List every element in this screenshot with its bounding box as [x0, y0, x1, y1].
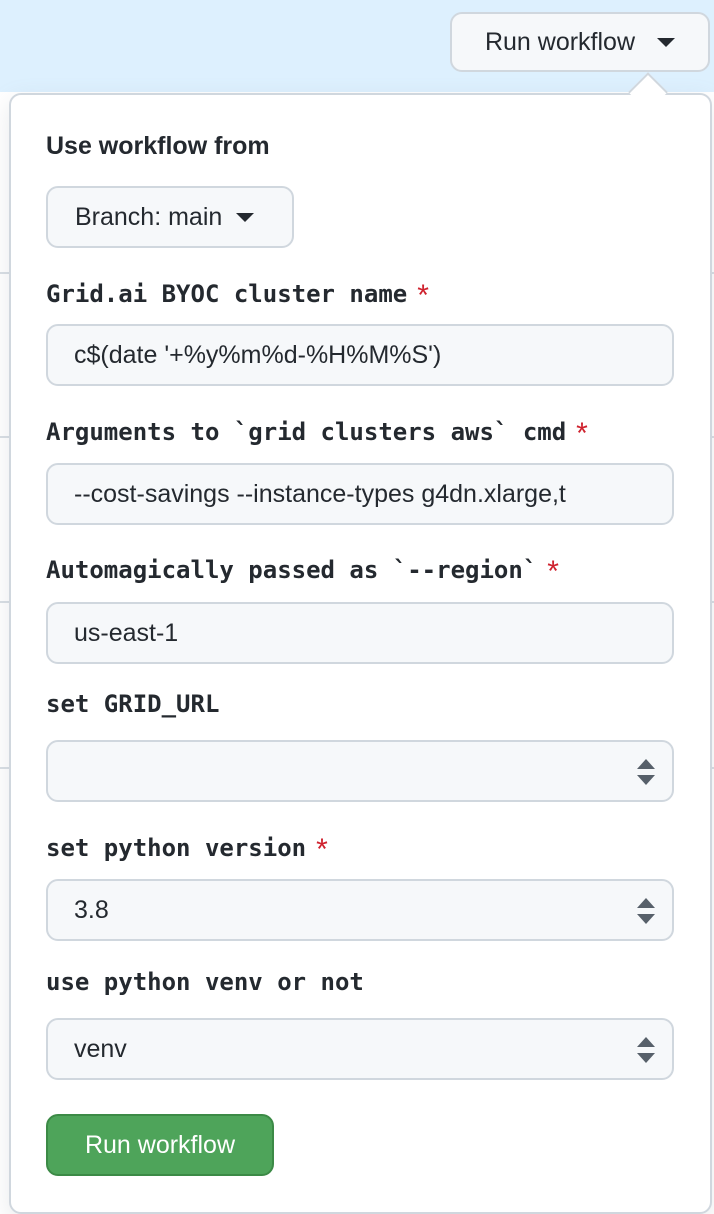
- use-workflow-from-label: Use workflow from: [46, 132, 270, 160]
- cluster-name-label: Grid.ai BYOC cluster name *: [46, 276, 429, 312]
- region-input[interactable]: us-east-1: [46, 602, 674, 664]
- cluster-args-value: --cost-savings --instance-types g4dn.xla…: [74, 479, 566, 508]
- grid-url-select[interactable]: [46, 740, 674, 802]
- cluster-name-input[interactable]: c$(date '+%y%m%d-%H%M%S'): [46, 324, 674, 386]
- cluster-args-label: Arguments to `grid clusters aws` cmd *: [46, 414, 588, 450]
- run-workflow-label: Run workflow: [484, 27, 636, 56]
- cluster-name-value: c$(date '+%y%m%d-%H%M%S'): [74, 340, 442, 369]
- run-workflow-dropdown-button[interactable]: Run workflow: [450, 12, 710, 72]
- field-label-text: Grid.ai BYOC cluster name: [46, 280, 408, 308]
- branch-select-button[interactable]: Branch: main: [46, 186, 294, 248]
- field-label-text: set python version: [46, 834, 307, 862]
- select-updown-icon: [637, 759, 655, 785]
- field-label-text: set GRID_URL: [46, 690, 220, 718]
- required-marker: *: [417, 279, 429, 312]
- cluster-args-input[interactable]: --cost-savings --instance-types g4dn.xla…: [46, 463, 674, 525]
- field-label-text: Automagically passed as `--region`: [46, 556, 538, 584]
- required-marker: *: [547, 555, 559, 588]
- caret-down-icon: [236, 212, 255, 222]
- python-venv-select[interactable]: venv: [46, 1018, 674, 1080]
- region-value: us-east-1: [74, 618, 179, 647]
- caret-down-icon: [657, 37, 676, 47]
- run-workflow-submit-button[interactable]: Run workflow: [46, 1114, 274, 1176]
- required-marker: *: [316, 833, 328, 866]
- select-updown-icon: [637, 898, 655, 924]
- field-label-text: Arguments to `grid clusters aws` cmd: [46, 418, 567, 446]
- submit-label: Run workflow: [84, 1130, 236, 1159]
- python-venv-label: use python venv or not: [46, 968, 364, 996]
- python-venv-value: venv: [74, 1034, 127, 1063]
- workflow-page: Run workflow Use workflow from Branch: m…: [0, 0, 714, 1214]
- python-version-select[interactable]: 3.8: [46, 879, 674, 941]
- select-updown-icon: [637, 1037, 655, 1063]
- field-label-text: use python venv or not: [46, 968, 364, 996]
- grid-url-label: set GRID_URL: [46, 690, 219, 718]
- required-marker: *: [576, 417, 588, 450]
- region-label: Automagically passed as `--region` *: [46, 552, 559, 588]
- branch-button-label: Branch: main: [75, 202, 223, 231]
- python-version-value: 3.8: [74, 895, 109, 924]
- python-version-label: set python version *: [46, 830, 328, 866]
